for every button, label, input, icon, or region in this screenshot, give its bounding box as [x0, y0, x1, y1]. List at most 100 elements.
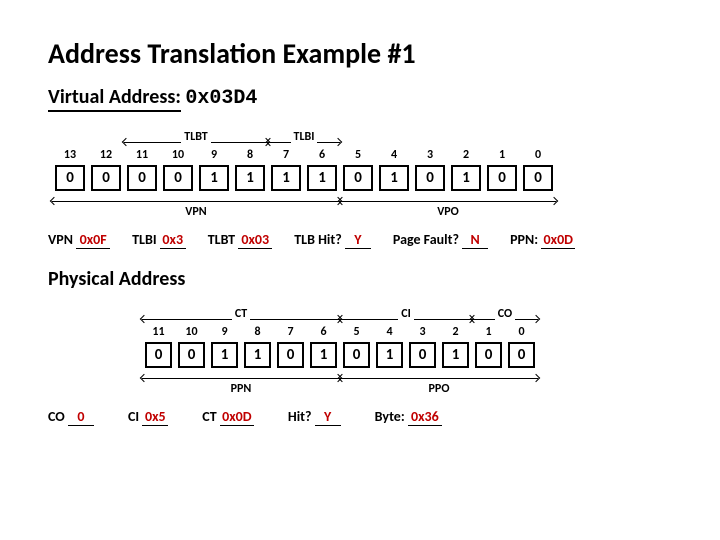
lbl-tlbhit: TLB Hit?	[294, 231, 341, 248]
bit-index: 0	[518, 325, 524, 339]
ans-tlbi: 0x3	[160, 231, 186, 249]
bit-index: 5	[355, 148, 361, 162]
bit-col: 81	[232, 148, 268, 191]
bit-index: 9	[211, 148, 217, 162]
bit-index: 10	[185, 325, 197, 339]
lbl-vpn: VPN	[48, 231, 73, 248]
range-ppo: PPO	[426, 382, 453, 396]
vbits-diagram: TLBT TLBI 130120110100918171615041302110…	[48, 130, 672, 217]
bit-col: 130	[52, 148, 88, 191]
bit-col: 30	[412, 148, 448, 191]
bit-value: 1	[235, 165, 265, 191]
bit-col: 00	[520, 148, 556, 191]
bit-index: 2	[452, 325, 458, 339]
vbits-bottom-ranges: VPN VPO	[52, 195, 672, 217]
bit-index: 6	[320, 325, 326, 339]
lbl-byte: Byte:	[375, 408, 405, 425]
pbits-bottom-ranges: PPN PPO	[142, 372, 672, 394]
bit-index: 10	[172, 148, 184, 162]
va-subhead: Virtual Address: 0x03D4	[48, 85, 672, 112]
bit-value: 0	[508, 342, 535, 368]
bit-col: 110	[124, 148, 160, 191]
bit-index: 11	[152, 325, 164, 339]
bit-value: 0	[475, 342, 502, 368]
bit-col: 110	[142, 325, 175, 368]
range-tlbi: TLBI	[291, 130, 318, 144]
bit-index: 13	[64, 148, 76, 162]
ans-ppn: 0x0D	[541, 231, 575, 249]
bit-value: 0	[277, 342, 304, 368]
bit-index: 3	[427, 148, 433, 162]
bit-value: 1	[211, 342, 238, 368]
lbl-pagefault: Page Fault?	[393, 231, 459, 248]
lbl-ci: CI	[128, 408, 139, 425]
bit-value: 0	[487, 165, 517, 191]
lbl-cachehit: Hit?	[288, 408, 312, 425]
ans-tlbhit: Y	[345, 231, 371, 249]
ans-byte: 0x36	[408, 408, 442, 426]
bit-col: 70	[274, 325, 307, 368]
bit-index: 1	[499, 148, 505, 162]
bit-index: 8	[254, 325, 260, 339]
bit-value: 1	[379, 165, 409, 191]
bit-index: 9	[221, 325, 227, 339]
bit-col: 30	[406, 325, 439, 368]
bit-col: 10	[472, 325, 505, 368]
bit-value: 1	[271, 165, 301, 191]
bit-value: 1	[244, 342, 271, 368]
bit-value: 1	[199, 165, 229, 191]
bit-col: 41	[373, 325, 406, 368]
bit-col: 120	[88, 148, 124, 191]
bit-value: 0	[178, 342, 205, 368]
bit-value: 0	[343, 165, 373, 191]
ans-ct: 0x0D	[220, 408, 254, 426]
bit-value: 0	[415, 165, 445, 191]
bit-col: 81	[241, 325, 274, 368]
ans-vpn: 0x0F	[76, 231, 110, 249]
lbl-ct: CT	[202, 408, 216, 425]
bit-index: 0	[535, 148, 541, 162]
range-ppn: PPN	[228, 382, 255, 396]
bit-col: 61	[307, 325, 340, 368]
bit-col: 00	[505, 325, 538, 368]
bit-col: 91	[208, 325, 241, 368]
bit-value: 1	[310, 342, 337, 368]
lbl-ppn: PPN:	[510, 231, 538, 248]
bit-value: 0	[409, 342, 436, 368]
va-value: 0x03D4	[185, 87, 257, 110]
bit-col: 61	[304, 148, 340, 191]
ans-tlbt: 0x03	[238, 231, 272, 249]
range-vpn: VPN	[182, 205, 209, 219]
bit-index: 2	[463, 148, 469, 162]
bit-index: 4	[391, 148, 397, 162]
lbl-tlbi: TLBI	[132, 231, 156, 248]
bit-col: 91	[196, 148, 232, 191]
bit-value: 0	[163, 165, 193, 191]
bit-index: 7	[283, 148, 289, 162]
range-vpo: VPO	[434, 205, 462, 219]
range-tlbt: TLBT	[181, 130, 210, 144]
bit-value: 1	[442, 342, 469, 368]
lbl-tlbt: TLBT	[208, 231, 235, 248]
va-answers: VPN 0x0F TLBI 0x3 TLBT 0x03 TLB Hit? Y P…	[48, 231, 672, 249]
range-ct: CT	[232, 307, 250, 321]
bit-col: 50	[340, 325, 373, 368]
bit-value: 0	[523, 165, 553, 191]
ans-ci: 0x5	[142, 408, 168, 426]
bit-value: 0	[343, 342, 370, 368]
bit-value: 0	[55, 165, 85, 191]
va-label: Virtual Address:	[48, 85, 181, 112]
bit-index: 1	[485, 325, 491, 339]
ans-co: 0	[68, 408, 94, 426]
bit-index: 6	[319, 148, 325, 162]
range-ci: CI	[398, 307, 414, 321]
bit-index: 5	[353, 325, 359, 339]
range-co: CO	[495, 307, 515, 321]
bit-col: 21	[448, 148, 484, 191]
bit-col: 41	[376, 148, 412, 191]
bit-index: 3	[419, 325, 425, 339]
bit-index: 7	[287, 325, 293, 339]
pbits-diagram: CT CI CO 11010091817061504130211000 PPN …	[138, 307, 672, 394]
ans-cachehit: Y	[315, 408, 341, 426]
bit-col: 21	[439, 325, 472, 368]
